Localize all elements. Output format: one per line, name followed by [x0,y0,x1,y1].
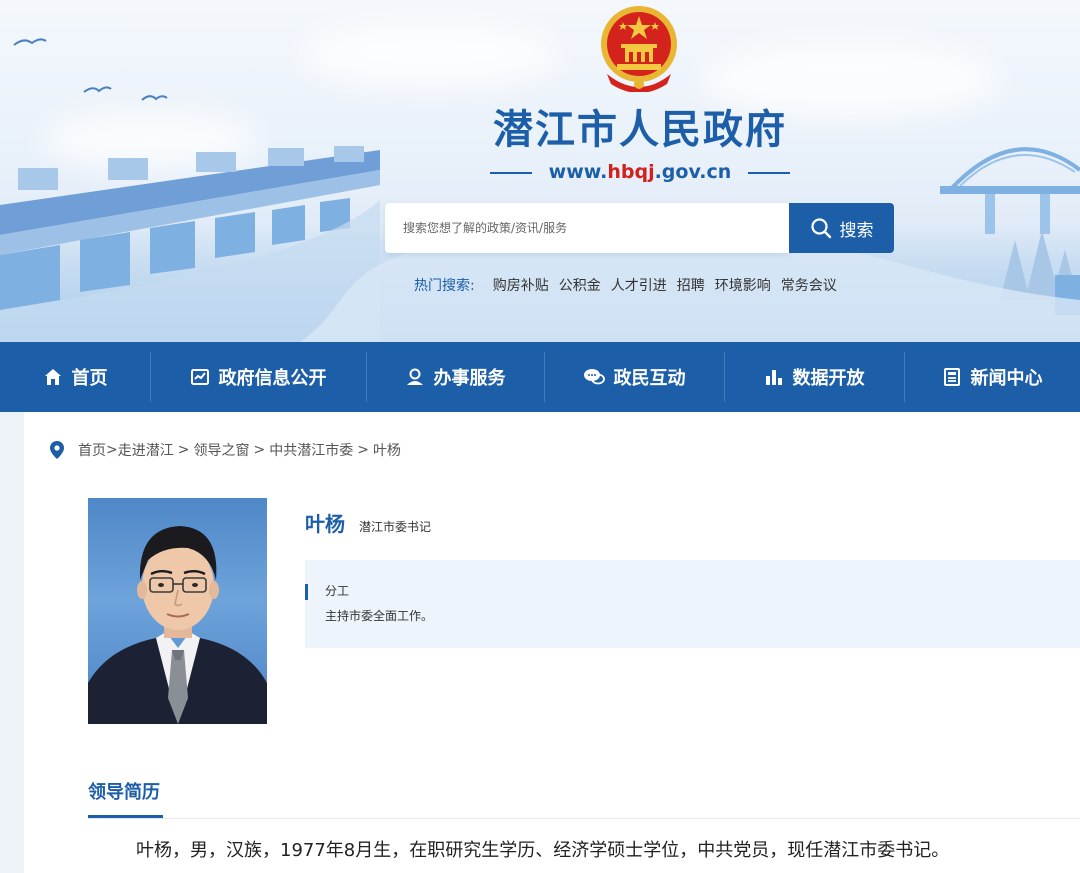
header-banner: 潜江市人民政府 www.hbqj.gov.cn 搜索 热门搜索: 购房补贴 公积… [0,0,1080,342]
leader-position: 潜江市委书记 [359,520,432,534]
hot-search-item[interactable]: 招聘 [677,275,705,295]
site-title: 潜江市人民政府 [493,106,787,153]
hot-search: 热门搜索: 购房补贴 公积金 人才引进 招聘 环境影响 常务会议 [414,272,847,298]
breadcrumb-separator: > [177,442,190,458]
breadcrumb: 首页 > 走进潜江 > 领导之窗 > 中共潜江市委 > 叶杨 [50,438,401,462]
url-decor-line [490,172,532,174]
resume-section-title: 领导简历 [88,782,160,803]
nav-item-label: 数据开放 [792,368,865,389]
breadcrumb-leaders[interactable]: 领导之窗 [193,440,249,460]
nav-item-label: 政府信息公开 [218,368,327,389]
leader-portrait [88,498,267,724]
duty-accent-bar [305,584,308,600]
nav-item-label: 首页 [71,368,108,389]
breadcrumb-about[interactable]: 走进潜江 [118,440,174,460]
nav-item-interaction[interactable]: 政民互动 [544,342,724,412]
hot-search-item[interactable]: 人才引进 [611,275,667,295]
breadcrumb-home[interactable]: 首页 [78,440,106,460]
nav-item-services[interactable]: 办事服务 [366,342,544,412]
site-url: www.hbqj.gov.cn [490,158,790,186]
chat-icon [583,367,605,387]
breadcrumb-separator: > [253,442,266,458]
main-nav: 首页 政府信息公开 办事服务 政民互动 数据开放 新闻中心 [0,342,1080,412]
nav-item-label: 办事服务 [433,368,506,389]
search-box [385,203,791,253]
resume-text: 叶杨，男，汉族，1977年8月生，在职研究生学历、经济学硕士学位，中共党员，现任… [136,840,950,861]
breadcrumb-current[interactable]: 叶杨 [373,440,401,460]
url-decor-line [748,172,790,174]
home-icon [43,367,63,387]
hot-search-item[interactable]: 公积金 [559,275,601,295]
info-doc-icon [190,367,210,387]
search-button-label: 搜索 [839,220,874,241]
section-divider [88,818,1080,819]
hot-search-item[interactable]: 环境影响 [715,275,771,295]
hot-search-item[interactable]: 常务会议 [781,275,837,295]
hot-search-label: 热门搜索: [414,278,475,294]
news-icon [942,367,962,387]
user-service-icon [405,367,425,387]
nav-item-label: 新闻中心 [970,368,1043,389]
nav-item-info-disclosure[interactable]: 政府信息公开 [150,342,366,412]
breadcrumb-separator: > [106,442,118,458]
leader-name-row: 叶杨 潜江市委书记 [305,508,431,537]
duty-label: 分工 [325,584,350,598]
breadcrumb-party-committee[interactable]: 中共潜江市委 [269,440,353,460]
site-url-suffix: .gov.cn [654,161,732,183]
national-emblem-icon [601,6,677,92]
location-pin-icon [50,441,64,459]
search-input[interactable] [385,203,791,253]
hot-search-item[interactable]: 购房补贴 [493,275,549,295]
site-url-prefix: www. [548,161,608,183]
section-title-underline [88,815,163,818]
duty-panel: 分工 主持市委全面工作。 [305,560,1080,648]
bar-chart-icon [764,367,784,387]
nav-item-open-data[interactable]: 数据开放 [724,342,904,412]
breadcrumb-separator: > [357,442,369,458]
nav-item-home[interactable]: 首页 [0,342,150,412]
leader-name: 叶杨 [305,512,345,536]
search-icon [810,218,831,239]
nav-item-news[interactable]: 新闻中心 [904,342,1080,412]
site-url-accent: hbqj [607,161,655,183]
duty-text: 主持市委全面工作。 [325,609,434,623]
nav-item-label: 政民互动 [613,368,686,389]
search-button[interactable]: 搜索 [789,203,894,253]
